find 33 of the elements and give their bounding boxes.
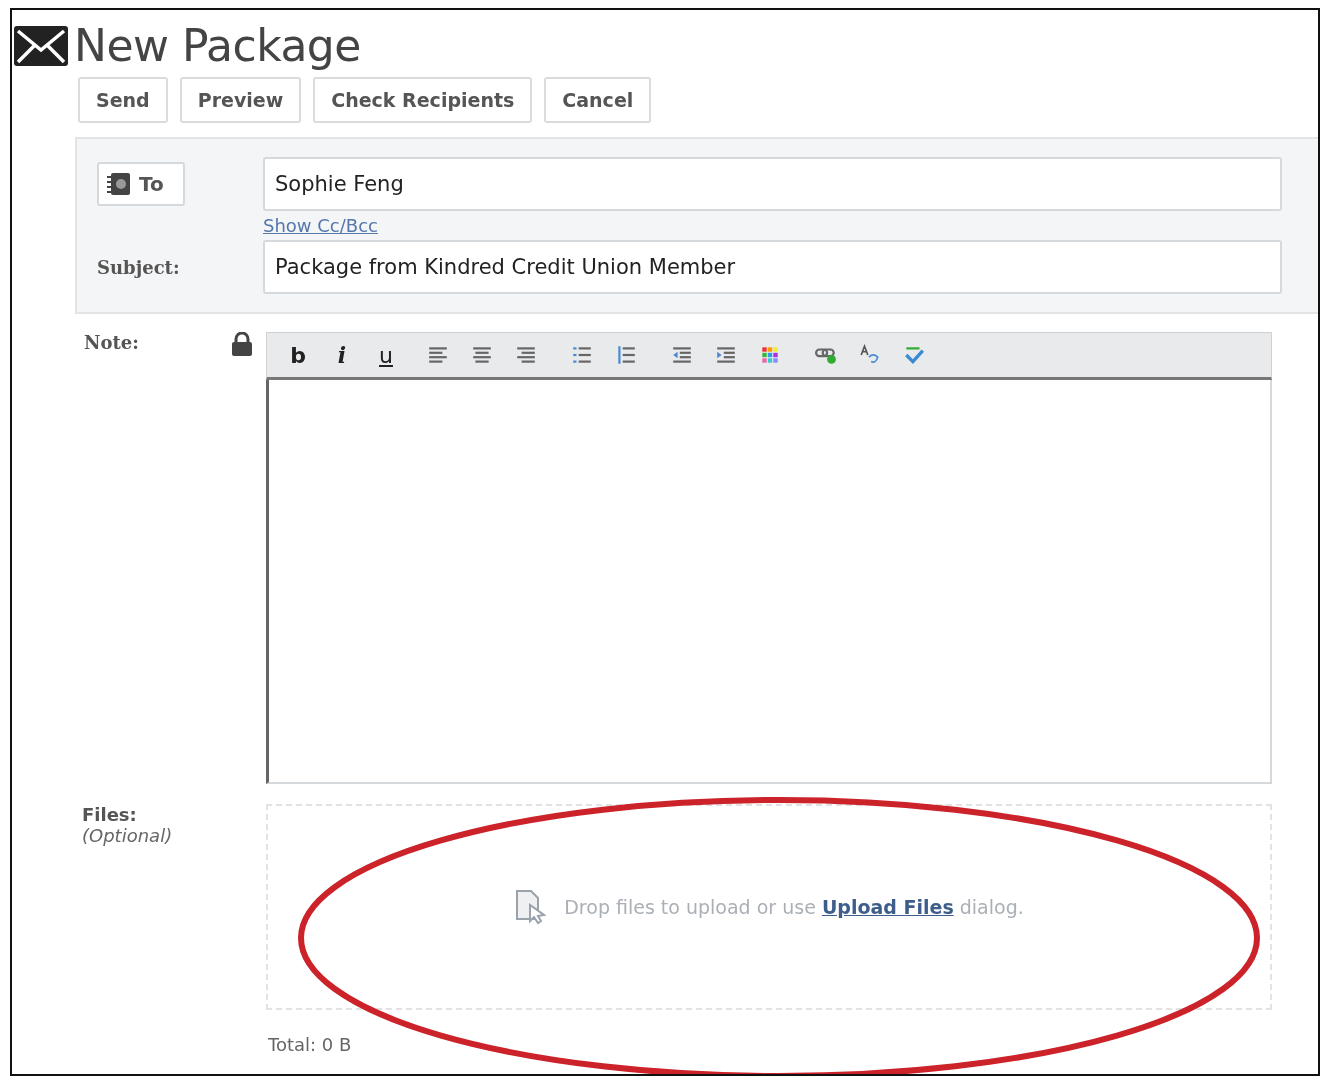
outdent-icon[interactable] [671,344,693,366]
italic-button[interactable]: i [327,342,357,368]
to-button[interactable]: To [97,162,185,206]
spellcheck-icon[interactable] [903,344,925,366]
show-cc-bcc-link[interactable]: Show Cc/Bcc [263,215,378,236]
page-title: New Package [74,20,361,71]
files-label: Files: [82,804,138,825]
indent-icon[interactable] [715,344,737,366]
file-drop-zone[interactable]: Drop files to upload or use Upload Files dialog. [266,804,1272,1010]
underline-button[interactable]: u [371,342,401,368]
action-button[interactable]: Cancel [544,77,652,123]
envelope-icon [14,25,68,66]
file-upload-icon [514,889,549,925]
numbered-list-icon[interactable] [615,344,637,366]
action-button[interactable]: Send [78,77,168,123]
font-style-icon[interactable] [859,344,881,366]
subject-label: Subject: [97,256,181,278]
note-label: Note: [84,332,139,353]
total-size: Total: 0 B [268,1034,353,1055]
align-right-icon[interactable] [515,344,537,366]
action-button[interactable]: Preview [179,77,302,123]
align-center-icon[interactable] [471,344,493,366]
bullet-list-icon[interactable] [571,344,593,366]
align-left-icon[interactable] [427,344,449,366]
address-book-icon [107,172,131,196]
bold-button[interactable]: b [283,342,313,368]
upload-files-link[interactable]: Upload Files [821,896,954,918]
subject-field[interactable]: Package from Kindred Credit Union Member [263,240,1282,294]
drop-files-hint: Drop files to upload or use Upload Files dialog. [564,896,1024,918]
action-button[interactable]: Check Recipients [313,77,533,123]
color-grid-icon[interactable] [759,344,781,366]
optional-label: (Optional) [82,825,174,846]
to-field[interactable]: Sophie Feng [263,157,1282,211]
